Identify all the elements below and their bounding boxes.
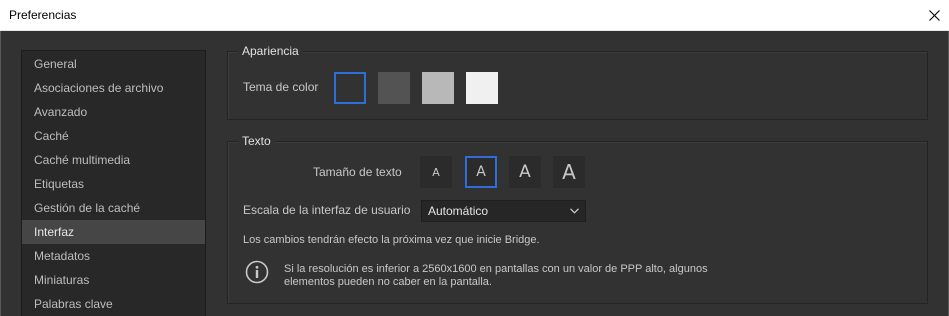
sidebar-item-metadata[interactable]: Metadatos [22,244,205,268]
restart-note: Los cambios tendrán efecto la próxima ve… [243,234,540,246]
info-text-line1: Si la resolución es inferior a 2560x1600… [284,263,708,275]
text-size-glyph: A [476,164,486,180]
ui-scale-value: Automático [428,204,489,218]
text-size-label: Tamaño de texto [313,165,402,179]
info-text-line2: elementos pueden no caber en la pantalla… [284,276,492,288]
sidebar-item-labels[interactable]: Etiquetas [22,172,205,196]
appearance-legend: Apariencia [238,44,303,58]
theme-swatch-light[interactable] [422,72,454,104]
text-size-smallest-button[interactable]: A [420,156,452,188]
title-bar: Preferencias [0,0,949,31]
appearance-group [227,51,928,120]
text-size-large-button[interactable]: A [553,156,585,188]
text-size-glyph: A [562,160,576,184]
theme-swatch-lightest[interactable] [466,72,498,104]
color-theme-label: Tema de color [243,80,319,94]
theme-swatch-darkest[interactable] [334,72,366,104]
window-border-left [0,31,1,316]
window-title: Preferencias [9,8,77,22]
text-size-glyph: A [519,162,531,182]
theme-swatch-dark[interactable] [378,72,410,104]
ui-scale-label: Escala de la interfaz de usuario [243,203,411,217]
chevron-down-icon [570,208,579,214]
sidebar-item-general[interactable]: General [22,52,205,76]
preferences-sidebar: General Asociaciones de archivo Avanzado… [21,50,206,316]
text-size-medium-button[interactable]: A [509,156,541,188]
sidebar-item-cache[interactable]: Caché [22,124,205,148]
close-button[interactable] [919,0,949,31]
close-icon [928,10,940,21]
sidebar-item-media-cache[interactable]: Caché multimedia [22,148,205,172]
info-icon [245,260,269,284]
ui-scale-dropdown[interactable]: Automático [421,200,586,222]
text-legend: Texto [238,134,275,148]
sidebar-item-interface[interactable]: Interfaz [22,220,205,244]
sidebar-item-file-associations[interactable]: Asociaciones de archivo [22,76,205,100]
sidebar-item-cache-management[interactable]: Gestión de la caché [22,196,205,220]
sidebar-item-advanced[interactable]: Avanzado [22,100,205,124]
text-size-small-button[interactable]: A [465,156,497,188]
text-size-glyph: A [432,165,440,179]
sidebar-item-thumbnails[interactable]: Miniaturas [22,268,205,292]
sidebar-item-keywords[interactable]: Palabras clave [22,292,205,316]
